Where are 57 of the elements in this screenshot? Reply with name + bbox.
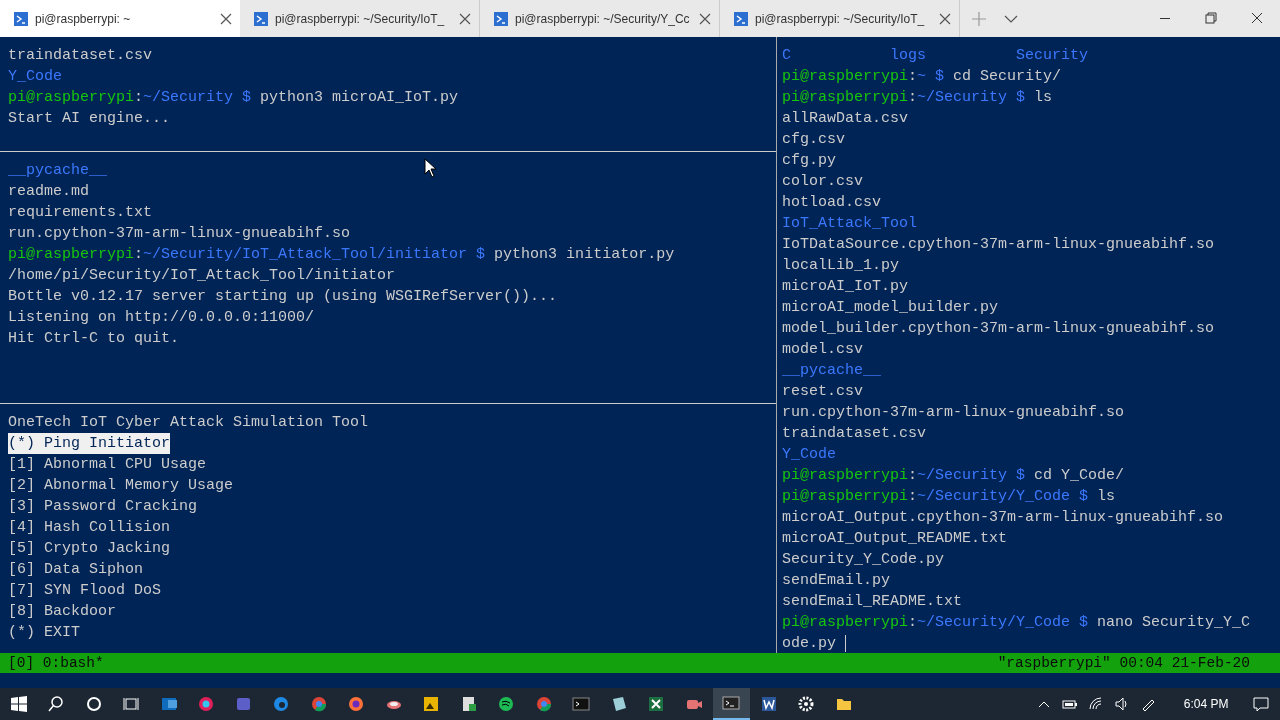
terminal-tab[interactable]: pi@raspberrypi: ~ [0,0,240,37]
terminal-line: Start AI engine... [8,109,171,129]
terminal-line: readme.md [8,182,89,202]
menu-option[interactable]: [4] Hash Collision [8,517,171,538]
terminal-line: requirements.txt [8,203,153,223]
directory-name: __pycache__ [782,361,882,381]
directory-name: Y_Code [782,445,836,465]
menu-option[interactable]: [1] Abnormal CPU Usage [8,454,207,475]
command-line: pi@raspberrypi:~/Security $ python3 microAI_IoT.py [8,88,459,108]
status-left: [0] 0:bash* [8,655,104,671]
terminal-line: ode.py [782,634,836,654]
terminal-line: traindataset.csv [8,46,153,66]
command-line: pi@raspberrypi:~/Security/Y_Code $ nano Security_Y_C [782,613,1251,633]
directory-name: Y_Code [8,67,62,87]
menu-option[interactable]: [6] Data Siphon [8,559,144,580]
terminal-line: cfg.csv [782,130,845,150]
terminal-line: microAI_Output.cpython-37m-arm-linux-gnueabihf.so [782,508,1224,528]
terminal-line: microAI_Output_README.txt [782,529,1008,549]
status-right: "raspberrypi" 00:04 21-Feb-20 [997,655,1250,671]
command-line: pi@raspberrypi:~/Security/IoT_Attack_Tool/initiator $ python3 initiator.py [8,245,675,265]
terminal-line: localLib_1.py [782,256,900,276]
clock[interactable]: 6:04 PM [1175,697,1243,711]
terminal-line: sendEmail_README.txt [782,592,963,612]
directory-name: __pycache__ [8,161,108,181]
terminal-line: run.cpython-37m-arm-linux-gnueabihf.so [8,224,351,244]
terminal-line: Security_Y_Code.py [782,550,945,570]
menu-option[interactable]: [2] Abnormal Memory Usage [8,475,234,496]
menu-title: OneTech IoT Cyber Attack Simulation Tool [8,413,369,433]
terminal-line: model.csv [782,340,863,360]
terminal-line: /home/pi/Security/IoT_Attack_Tool/initiator [8,266,396,286]
terminal-line: reset.csv [782,382,863,402]
command-line: pi@raspberrypi:~/Security $ ls [782,88,1053,108]
terminal-line: IoTDataSource.cpython-37m-arm-linux-gnueabihf.so [782,235,1215,255]
terminal-line: run.cpython-37m-arm-linux-gnueabihf.so [782,403,1125,423]
terminal-line: cfg.py [782,151,836,171]
terminal-line: hotload.csv [782,193,882,213]
directory-name: C logs Security [782,46,1089,66]
menu-option[interactable]: [7] SYN Flood DoS [8,580,162,601]
terminal-line: model_builder.cpython-37m-arm-linux-gnueabihf.so [782,319,1215,339]
terminal-line: microAI_model_builder.py [782,298,999,318]
command-line: pi@raspberrypi:~ $ cd Security/ [782,67,1062,87]
menu-option[interactable]: (*) Ping Initiator [8,433,171,454]
menu-option[interactable]: [8] Backdoor [8,601,117,622]
menu-option[interactable]: [5] Crypto Jacking [8,538,171,559]
terminal-line: Bottle v0.12.17 server starting up (using WSGIRefServer())... [8,287,558,307]
terminal-line: microAI_IoT.py [782,277,909,297]
terminal-line: Hit Ctrl-C to quit. [8,329,180,349]
terminal-line: allRawData.csv [782,109,909,129]
terminal-line: Listening on http://0.0.0.0:11000/ [8,308,315,328]
command-line: pi@raspberrypi:~/Security $ cd Y_Code/ [782,466,1125,486]
terminal-line: sendEmail.py [782,571,891,591]
menu-option[interactable]: (*) EXIT [8,622,80,643]
command-line: pi@raspberrypi:~/Security/Y_Code $ ls [782,487,1116,507]
terminal-line: traindataset.csv [782,424,927,444]
terminal-line: color.csv [782,172,863,192]
menu-option[interactable]: [3] Password Cracking [8,496,198,517]
directory-name: IoT_Attack_Tool [782,214,918,234]
